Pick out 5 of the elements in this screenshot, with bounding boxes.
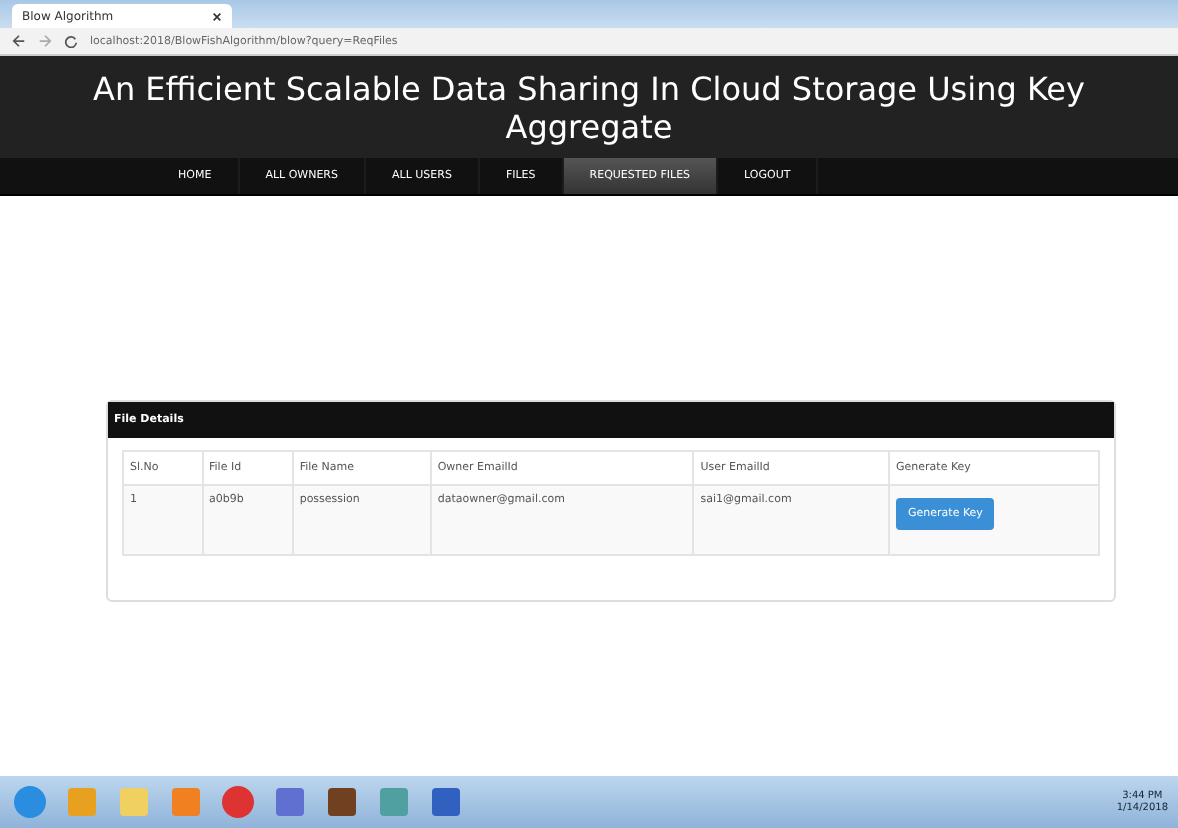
back-icon[interactable]	[12, 34, 26, 48]
close-icon[interactable]	[212, 11, 222, 21]
reload-icon[interactable]	[64, 34, 78, 48]
forward-icon[interactable]	[38, 34, 52, 48]
page-title: An Efficient Scalable Data Sharing In Cloud Storage Using Key Aggregate	[91, 70, 1087, 146]
